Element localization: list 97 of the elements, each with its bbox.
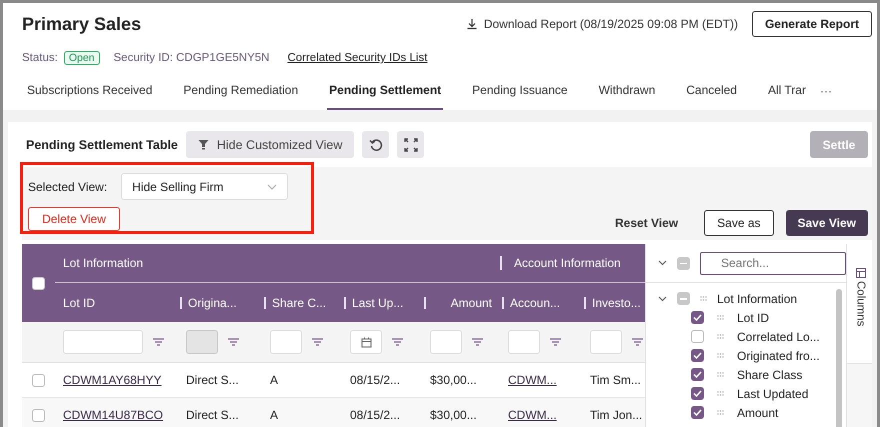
group-header: Lot Information bbox=[63, 256, 144, 270]
drag-handle-icon[interactable] bbox=[717, 334, 724, 339]
search-field[interactable]: Search... bbox=[700, 252, 846, 274]
column-checkbox[interactable] bbox=[691, 387, 704, 400]
drag-handle-icon[interactable] bbox=[717, 410, 724, 415]
table-cell: A bbox=[270, 373, 278, 387]
column-header[interactable]: Lot ID bbox=[63, 296, 96, 310]
column-option-label: Originated fro... bbox=[737, 348, 820, 362]
calendar-icon bbox=[360, 336, 372, 348]
security-id: Security ID: CDGP1GE5NY5N bbox=[114, 52, 270, 64]
column-header[interactable]: Accoun... bbox=[510, 296, 560, 310]
expand-icon bbox=[404, 138, 418, 152]
tab[interactable]: Subscriptions Received bbox=[25, 72, 154, 110]
filter-icon[interactable] bbox=[228, 338, 239, 346]
drag-handle-icon[interactable] bbox=[717, 353, 724, 358]
column-checkbox[interactable] bbox=[691, 368, 704, 381]
table-cell: 08/15/2... bbox=[350, 373, 400, 387]
filter-icon[interactable] bbox=[153, 338, 164, 346]
filter-input[interactable] bbox=[590, 330, 622, 354]
column-checkbox[interactable] bbox=[691, 311, 704, 324]
download-report-link[interactable]: Download Report (08/19/2025 09:08 PM (EDT)) bbox=[466, 17, 738, 31]
drag-handle-icon[interactable] bbox=[717, 372, 724, 377]
column-checkbox[interactable] bbox=[691, 349, 704, 362]
filter-input[interactable] bbox=[63, 330, 143, 354]
filter-icon[interactable] bbox=[632, 338, 643, 346]
column-option-label: Amount bbox=[737, 406, 778, 420]
table-link[interactable]: CDWM... bbox=[508, 373, 557, 387]
filter-input[interactable] bbox=[508, 330, 540, 354]
generate-report-button[interactable]: Generate Report bbox=[752, 11, 872, 37]
chevron-icon[interactable] bbox=[658, 296, 667, 302]
drag-handle-icon[interactable] bbox=[717, 391, 724, 396]
filter-icon bbox=[198, 139, 209, 150]
table-cell: Tim Sm... bbox=[590, 373, 641, 387]
column-header[interactable]: Share C... bbox=[272, 296, 326, 310]
column-option-label: Lot ID bbox=[737, 310, 770, 324]
select-all-checkbox[interactable] bbox=[32, 276, 45, 290]
column-header[interactable]: Amount bbox=[450, 296, 492, 310]
table-link[interactable]: CDWM14U87BCO bbox=[63, 408, 164, 422]
column-header[interactable]: Origina... bbox=[188, 296, 237, 310]
table-cell: 08/15/2... bbox=[350, 408, 400, 422]
tab[interactable]: Withdrawn bbox=[596, 72, 658, 110]
table-cell: Direct S... bbox=[186, 408, 239, 422]
column-option-label: Correlated Lo... bbox=[737, 330, 820, 344]
save-view-button[interactable]: Save View bbox=[786, 210, 868, 236]
drag-handle-icon[interactable] bbox=[717, 315, 724, 320]
column-header[interactable]: Last Up... bbox=[352, 296, 404, 310]
select-all-columns-checkbox[interactable] bbox=[677, 256, 690, 270]
table-cell: $30,00... bbox=[430, 373, 477, 387]
drag-handle-icon[interactable] bbox=[700, 296, 707, 301]
refresh-icon bbox=[368, 138, 383, 152]
download-icon bbox=[466, 18, 478, 30]
more-tabs-button[interactable]: ··· bbox=[808, 72, 832, 110]
table-cell: Tim Jon... bbox=[590, 408, 642, 422]
status-badge: Open bbox=[64, 51, 100, 65]
row-checkbox[interactable] bbox=[32, 374, 45, 386]
reset-view-link[interactable]: Reset View bbox=[614, 216, 678, 230]
save-as-button[interactable]: Save as bbox=[704, 210, 774, 236]
table-cell: $30,00... bbox=[430, 408, 477, 422]
row-checkbox[interactable] bbox=[32, 408, 45, 422]
status-label: Status: bbox=[22, 52, 58, 64]
column-checkbox[interactable] bbox=[691, 330, 704, 343]
table-cell: A bbox=[270, 408, 278, 422]
tab[interactable]: Canceled bbox=[684, 72, 739, 110]
view-dropdown[interactable]: Hide Selling Firm bbox=[121, 173, 288, 200]
filter-input[interactable] bbox=[350, 330, 382, 354]
filter-icon[interactable] bbox=[472, 338, 483, 346]
filter-icon[interactable] bbox=[392, 338, 403, 346]
expand-button[interactable] bbox=[397, 131, 424, 158]
column-group-label: Lot Information bbox=[717, 292, 798, 306]
column-header[interactable]: Investo... bbox=[592, 296, 641, 310]
delete-view-button[interactable]: Delete View bbox=[28, 207, 120, 231]
table-link[interactable]: CDWM... bbox=[508, 408, 557, 422]
table-cell: Direct S... bbox=[186, 373, 239, 387]
table-title: Pending Settlement Table bbox=[26, 138, 178, 152]
chevron-icon bbox=[267, 184, 278, 190]
filter-icon[interactable] bbox=[550, 338, 561, 346]
column-option-label: Last Updated bbox=[737, 386, 808, 400]
table-link[interactable]: CDWM1AY68HYY bbox=[63, 373, 162, 387]
tab[interactable]: All Trar bbox=[766, 72, 808, 110]
column-option-label: Share Class bbox=[737, 368, 802, 382]
correlated-ids-link[interactable]: Correlated Security IDs List bbox=[287, 52, 428, 64]
tab[interactable]: Pending Issuance bbox=[470, 72, 570, 110]
table-icon bbox=[856, 268, 866, 278]
chevron-icon[interactable] bbox=[658, 260, 667, 266]
filter-icon[interactable] bbox=[312, 338, 323, 346]
page-title: Primary Sales bbox=[22, 14, 142, 34]
scrollbar[interactable] bbox=[836, 289, 842, 427]
column-checkbox[interactable] bbox=[691, 406, 704, 419]
tab[interactable]: Pending Remediation bbox=[181, 72, 300, 110]
filter-input[interactable] bbox=[270, 330, 302, 354]
hide-customized-view-button[interactable]: Hide Customized View bbox=[186, 131, 354, 158]
filter-input[interactable] bbox=[430, 330, 462, 354]
refresh-button[interactable] bbox=[362, 131, 390, 158]
selected-view-label: Selected View: bbox=[28, 180, 108, 194]
columns-tab[interactable]: Columns bbox=[847, 244, 872, 364]
group-header: Account Information bbox=[500, 256, 621, 270]
group-checkbox[interactable] bbox=[677, 292, 690, 305]
